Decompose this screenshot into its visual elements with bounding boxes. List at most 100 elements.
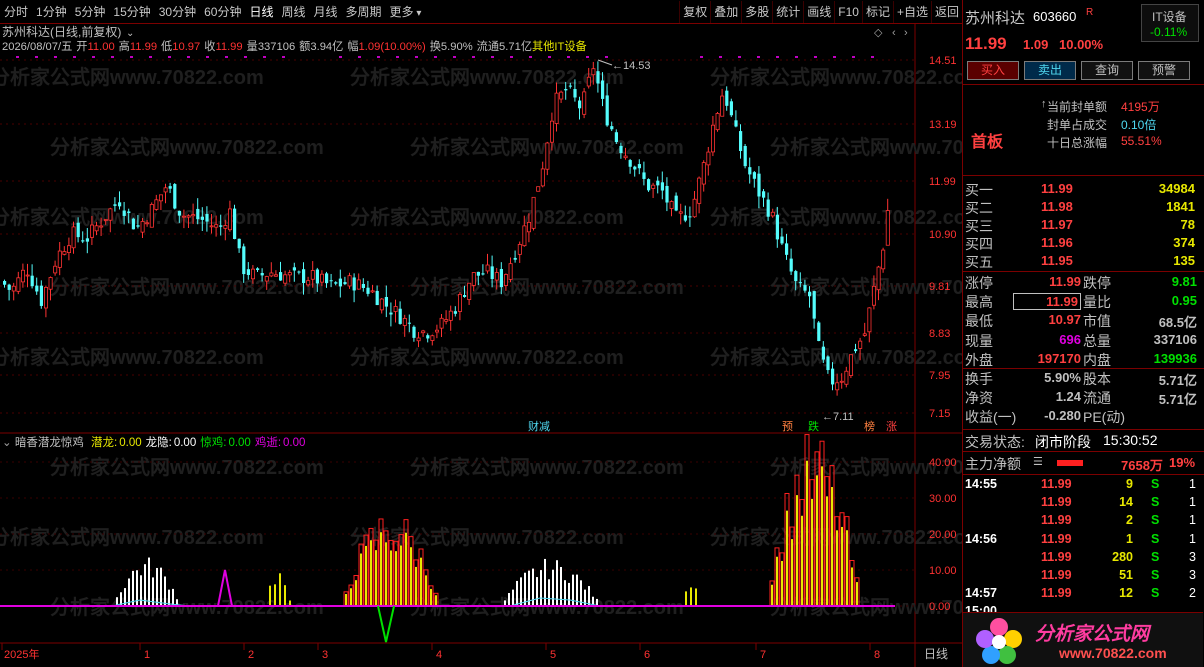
period-tab-4[interactable]: 30分钟 [155, 1, 200, 23]
period-label[interactable]: 日线 [924, 647, 948, 661]
signal-dot [282, 56, 285, 58]
sector-box[interactable]: IT设备 -0.11% [1141, 4, 1199, 42]
candle-body [127, 211, 131, 214]
net-label: 主力净额 [965, 456, 1021, 472]
watermark-text: 分析家公式网www.70822.com [50, 275, 324, 299]
kline-chart[interactable]: 分析家公式网www.70822.com 分析家公式网www.70822.com 分析… [0, 24, 962, 667]
signal-dot [814, 56, 817, 58]
chevron-down-icon[interactable]: ⌄ [126, 28, 134, 39]
ohlc-part: 5.90% [441, 41, 473, 53]
indicator-bar [375, 550, 377, 606]
indicator-bar [544, 558, 546, 606]
indicator-bar [841, 526, 843, 606]
watermark-text: 分析家公式网www.70822.com [710, 345, 962, 369]
tick-side: S [1151, 477, 1160, 491]
toolbar-tool-4[interactable]: 画线 [803, 0, 834, 23]
period-tab-9[interactable]: 多周期 [342, 1, 386, 23]
separator [963, 271, 1204, 272]
bid-volume: 34984 [1158, 181, 1195, 196]
candle-body [711, 124, 716, 153]
watermark-text: 分析家公式网www.70822.com [0, 65, 264, 89]
period-tab-5[interactable]: 60分钟 [200, 1, 245, 23]
period-tab-6[interactable]: 日线 [245, 1, 277, 23]
toolbar-tool-1[interactable]: 叠加 [710, 0, 741, 23]
signal-dot [35, 56, 38, 58]
bid-volume: 78 [1180, 217, 1195, 232]
toolbar-tool-2[interactable]: 多股 [741, 0, 772, 23]
period-tab-0[interactable]: 分时 [0, 1, 32, 23]
quote-value: 337106 [1153, 331, 1197, 347]
candle-body [762, 191, 766, 198]
bid-label: 买三 [965, 218, 993, 234]
indicator-bar [796, 495, 798, 606]
ohlc-part: 换 [430, 39, 441, 53]
candle-body [522, 225, 527, 247]
toolbar-tool-5[interactable]: F10 [834, 0, 862, 23]
action-button-0[interactable]: 买入 [967, 61, 1019, 80]
watermark-text: 分析家公式网www.70822.com [410, 275, 684, 299]
candle-body [287, 272, 292, 276]
period-tab-8[interactable]: 月线 [310, 1, 342, 23]
indicator-param-label: 龙隐: [146, 436, 172, 449]
action-button-1[interactable]: 卖出 [1024, 61, 1076, 80]
candle-body [739, 131, 743, 151]
period-tab-10[interactable]: 更多 ▾ [386, 1, 426, 23]
indicator-param-value: 0.00 [174, 437, 196, 449]
period-tab-7[interactable]: 周线 [277, 1, 309, 23]
event-badge[interactable]: 跌 [808, 419, 819, 433]
period-tab-1[interactable]: 1分钟 [32, 1, 71, 23]
action-button-2[interactable]: 查询 [1081, 61, 1133, 80]
candle-body [343, 282, 347, 285]
toolbar-tool-8[interactable]: 返回 [930, 0, 962, 23]
candle-body [329, 280, 333, 282]
indicator-bar [132, 570, 134, 606]
list-icon[interactable]: ☰ [1033, 455, 1043, 468]
period-tab-2[interactable]: 5分钟 [71, 1, 110, 23]
candle-body [122, 210, 126, 216]
candle-body [720, 95, 725, 117]
signal-dot [339, 56, 342, 58]
chevron-down-icon[interactable]: ⌄ [2, 437, 15, 449]
signal-dot [358, 56, 361, 58]
event-badge[interactable]: 涨 [886, 420, 897, 433]
chevron-right-icon[interactable]: › [904, 27, 908, 39]
indicator-bar [395, 551, 397, 606]
price-change: 1.09 [1023, 37, 1049, 52]
diamond-icon[interactable]: ◇ [874, 27, 883, 39]
separator [963, 175, 1204, 176]
candle-body [564, 89, 568, 91]
toolbar-tool-6[interactable]: 标记 [861, 0, 893, 23]
bid-price: 11.95 [1041, 253, 1073, 268]
candle-body [697, 177, 702, 204]
quote-label: 最高 [965, 294, 993, 311]
toolbar-tool-0[interactable]: 复权 [679, 0, 710, 23]
indicator-bar [164, 576, 166, 606]
site-logo: 分析家公式网 www.70822.com [963, 612, 1203, 667]
quote-value: 5.71亿 [1158, 392, 1197, 408]
period-tab-3[interactable]: 15分钟 [109, 1, 154, 23]
toolbar-tool-7[interactable]: +自选 [892, 0, 931, 23]
ohlc-part: 1.09(10.00%) [359, 41, 426, 53]
chart-header: 苏州科达(日线,前复权) ⌄ ◇ ‹ › [2, 24, 908, 39]
quote-label: 内盘 [1083, 351, 1111, 368]
candle-body [379, 298, 384, 311]
event-badge[interactable]: 榜 [864, 419, 875, 433]
candle-body [356, 279, 361, 290]
chevron-left-icon[interactable]: ‹ [892, 27, 896, 39]
price-change-pct: 10.00% [1059, 37, 1104, 52]
toolbar-tool-3[interactable]: 统计 [772, 0, 803, 23]
signal-dot [491, 56, 494, 58]
event-badge[interactable]: 财减 [528, 419, 550, 433]
indicator-bar [821, 466, 823, 606]
event-badge[interactable]: 预 [782, 420, 793, 433]
tick-side: S [1151, 568, 1160, 582]
ohlc-part: 10.97 [172, 41, 200, 53]
signal-dot [92, 56, 95, 58]
action-button-3[interactable]: 预警 [1138, 61, 1190, 80]
quote-label: 外盘 [965, 351, 993, 368]
indicator-bar [512, 589, 514, 606]
candle-body [568, 85, 572, 87]
signal-dot [54, 56, 57, 58]
ohlc-part: 11.99 [130, 41, 157, 53]
separator [963, 451, 1204, 452]
